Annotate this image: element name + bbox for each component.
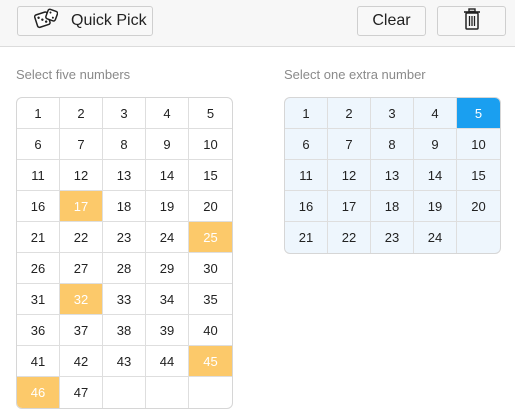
- extra-number-heading: Select one extra number: [284, 67, 426, 82]
- extra-number-cell-3[interactable]: 3: [371, 98, 414, 129]
- extra-number-cell-2[interactable]: 2: [328, 98, 371, 129]
- extra-number-cell-13[interactable]: 13: [371, 160, 414, 191]
- extra-number-cell-16[interactable]: 16: [285, 191, 328, 222]
- main-number-cell-19[interactable]: 19: [146, 191, 189, 222]
- main-number-cell-46[interactable]: 46: [17, 377, 60, 408]
- extra-number-grid: 1 2 3 4 5 6 7 8 9 10 11 12 13 14 15 16 17 18 19 20 21 22 23 24: [284, 97, 501, 254]
- extra-number-cell-19[interactable]: 19: [414, 191, 457, 222]
- main-number-grid: 1 2 3 4 5 6 7 8 9 10 11 12 13 14 15 16 17 18 19 20 21 22 23 24 2…: [16, 97, 233, 409]
- main-number-cell-34[interactable]: 34: [146, 284, 189, 315]
- extra-number-cell-20[interactable]: 20: [457, 191, 500, 222]
- extra-number-cell-18[interactable]: 18: [371, 191, 414, 222]
- main-number-cell-31[interactable]: 31: [17, 284, 60, 315]
- extra-number-cell-4[interactable]: 4: [414, 98, 457, 129]
- extra-number-cell-12[interactable]: 12: [328, 160, 371, 191]
- main-number-cell-41[interactable]: 41: [17, 346, 60, 377]
- main-number-cell-42[interactable]: 42: [60, 346, 103, 377]
- main-number-cell-26[interactable]: 26: [17, 253, 60, 284]
- extra-number-cell-10[interactable]: 10: [457, 129, 500, 160]
- main-numbers-heading: Select five numbers: [16, 67, 131, 82]
- main-number-empty-cell: [189, 377, 232, 408]
- main-number-cell-12[interactable]: 12: [60, 160, 103, 191]
- main-number-cell-20[interactable]: 20: [189, 191, 232, 222]
- extra-number-cell-8[interactable]: 8: [371, 129, 414, 160]
- toolbar: Quick Pick Clear: [0, 0, 515, 47]
- main-number-empty-cell: [146, 377, 189, 408]
- extra-number-cell-15[interactable]: 15: [457, 160, 500, 191]
- main-number-cell-10[interactable]: 10: [189, 129, 232, 160]
- main-number-cell-37[interactable]: 37: [60, 315, 103, 346]
- main-number-cell-29[interactable]: 29: [146, 253, 189, 284]
- main-number-cell-1[interactable]: 1: [17, 98, 60, 129]
- main-number-cell-28[interactable]: 28: [103, 253, 146, 284]
- main-number-cell-33[interactable]: 33: [103, 284, 146, 315]
- main-number-cell-9[interactable]: 9: [146, 129, 189, 160]
- extra-number-cell-9[interactable]: 9: [414, 129, 457, 160]
- main-number-cell-11[interactable]: 11: [17, 160, 60, 191]
- main-number-cell-25[interactable]: 25: [189, 222, 232, 253]
- main-number-cell-8[interactable]: 8: [103, 129, 146, 160]
- main-number-cell-14[interactable]: 14: [146, 160, 189, 191]
- extra-number-cell-23[interactable]: 23: [371, 222, 414, 253]
- main-number-cell-38[interactable]: 38: [103, 315, 146, 346]
- extra-number-cell-7[interactable]: 7: [328, 129, 371, 160]
- trash-icon: [463, 7, 481, 35]
- extra-number-cell-21[interactable]: 21: [285, 222, 328, 253]
- quick-pick-label: Quick Pick: [71, 12, 147, 29]
- main-number-cell-16[interactable]: 16: [17, 191, 60, 222]
- main-number-cell-47[interactable]: 47: [60, 377, 103, 408]
- main-number-cell-22[interactable]: 22: [60, 222, 103, 253]
- main-number-cell-43[interactable]: 43: [103, 346, 146, 377]
- extra-number-cell-22[interactable]: 22: [328, 222, 371, 253]
- extra-number-cell-17[interactable]: 17: [328, 191, 371, 222]
- main-number-cell-27[interactable]: 27: [60, 253, 103, 284]
- main-number-cell-7[interactable]: 7: [60, 129, 103, 160]
- extra-number-cell-24[interactable]: 24: [414, 222, 457, 253]
- main-number-cell-32[interactable]: 32: [60, 284, 103, 315]
- delete-button[interactable]: [437, 6, 506, 36]
- extra-number-cell-5[interactable]: 5: [457, 98, 500, 129]
- main-number-cell-18[interactable]: 18: [103, 191, 146, 222]
- extra-number-empty-cell: [457, 222, 500, 253]
- main-number-cell-3[interactable]: 3: [103, 98, 146, 129]
- extra-number-cell-11[interactable]: 11: [285, 160, 328, 191]
- extra-number-cell-14[interactable]: 14: [414, 160, 457, 191]
- main-number-cell-15[interactable]: 15: [189, 160, 232, 191]
- main-number-cell-5[interactable]: 5: [189, 98, 232, 129]
- extra-number-cell-1[interactable]: 1: [285, 98, 328, 129]
- main-number-cell-4[interactable]: 4: [146, 98, 189, 129]
- extra-number-cell-6[interactable]: 6: [285, 129, 328, 160]
- main-number-cell-13[interactable]: 13: [103, 160, 146, 191]
- main-number-cell-30[interactable]: 30: [189, 253, 232, 284]
- main-number-cell-39[interactable]: 39: [146, 315, 189, 346]
- main-number-cell-6[interactable]: 6: [17, 129, 60, 160]
- main-number-cell-40[interactable]: 40: [189, 315, 232, 346]
- dice-icon: [33, 8, 59, 35]
- main-number-empty-cell: [103, 377, 146, 408]
- clear-button[interactable]: Clear: [357, 6, 426, 36]
- main-number-cell-35[interactable]: 35: [189, 284, 232, 315]
- main-number-cell-21[interactable]: 21: [17, 222, 60, 253]
- main-number-cell-17[interactable]: 17: [60, 191, 103, 222]
- quick-pick-button[interactable]: Quick Pick: [17, 6, 153, 36]
- main-number-cell-24[interactable]: 24: [146, 222, 189, 253]
- main-number-cell-45[interactable]: 45: [189, 346, 232, 377]
- main-number-cell-44[interactable]: 44: [146, 346, 189, 377]
- main-number-cell-23[interactable]: 23: [103, 222, 146, 253]
- main-number-cell-36[interactable]: 36: [17, 315, 60, 346]
- main-number-cell-2[interactable]: 2: [60, 98, 103, 129]
